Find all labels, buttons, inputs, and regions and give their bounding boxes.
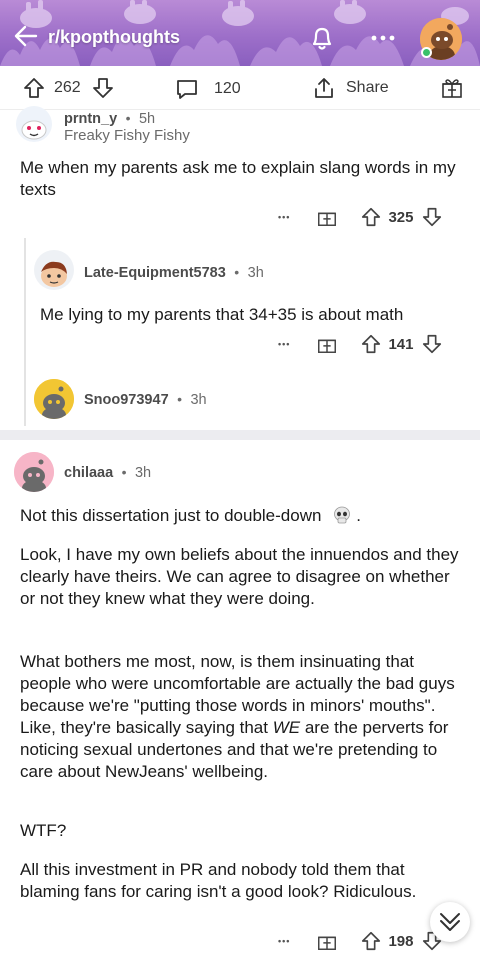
downvote-icon[interactable] <box>421 333 443 355</box>
comment-meta: prntn_y • 5h <box>64 110 155 128</box>
comment-actions: ••• 198 <box>278 930 443 952</box>
comment-icon <box>177 80 197 99</box>
comment-actions: ••• 325 <box>278 206 443 228</box>
comment-time: 3h <box>134 465 152 481</box>
skull-emoji <box>334 506 351 524</box>
online-status-dot <box>421 47 432 58</box>
more-options-icon[interactable]: ••• <box>278 212 290 222</box>
post-action-bar: 262 120 Share <box>0 66 480 110</box>
comment-paragraph: Not this dissertation just to double-dow… <box>20 505 460 527</box>
comment-avatar[interactable] <box>34 379 74 419</box>
comment-time: 3h <box>247 265 264 281</box>
meta-separator: • <box>234 264 240 280</box>
comment-paragraph: WTF? <box>20 821 67 840</box>
meta-separator: • <box>125 110 131 126</box>
comment-count: 120 <box>214 80 241 97</box>
comment-author[interactable]: Late-Equipment5783 <box>84 265 226 281</box>
comment-score: 141 <box>388 335 414 353</box>
thread-divider <box>0 430 480 440</box>
vote-control: 262 <box>22 76 115 100</box>
comment-body: Me lying to my parents that 34+35 is abo… <box>40 305 404 324</box>
upvote-icon[interactable] <box>360 206 382 228</box>
award-gift-icon[interactable] <box>316 930 338 952</box>
award-gift-icon[interactable] <box>316 333 338 355</box>
comment-time: 5h <box>138 111 156 127</box>
sentence-period: . <box>356 506 361 525</box>
jump-down-button[interactable] <box>430 902 470 942</box>
comment-text: Not this dissertation just to double-dow… <box>20 506 322 525</box>
comment-meta: chilaaa • 3h <box>64 464 151 482</box>
comment-paragraph: What bothers me most, now, is them insin… <box>20 651 460 783</box>
comment-author[interactable]: chilaaa <box>64 465 113 481</box>
comment-author[interactable]: prntn_y <box>64 111 117 127</box>
comment-score: 198 <box>388 932 414 950</box>
comment-actions: ••• 141 <box>278 333 443 355</box>
upvote-icon[interactable] <box>360 930 382 952</box>
subreddit-name[interactable]: r/kpopthoughts <box>48 27 180 48</box>
user-flair: Freaky Fishy Fishy <box>64 127 190 144</box>
comment-paragraph: Look, I have my own beliefs about the in… <box>20 545 459 608</box>
share-button[interactable]: Share <box>312 76 389 100</box>
double-chevron-down-icon <box>440 913 460 931</box>
comment-meta: Snoo973947 • 3h <box>84 391 207 409</box>
comment-avatar[interactable] <box>34 250 74 290</box>
comment-body: Me when my parents ask me to explain sla… <box>20 158 456 199</box>
upvote-icon[interactable] <box>22 76 46 100</box>
subreddit-header: r/kpopthoughts <box>0 0 480 66</box>
upvote-icon[interactable] <box>360 333 382 355</box>
meta-separator: • <box>121 464 127 480</box>
more-options-icon[interactable]: ••• <box>278 339 290 349</box>
award-gift-icon[interactable] <box>440 76 464 100</box>
comment-author[interactable]: Snoo973947 <box>84 392 169 408</box>
back-arrow-icon[interactable] <box>10 20 42 52</box>
award-gift-icon[interactable] <box>316 206 338 228</box>
downvote-icon[interactable] <box>91 76 115 100</box>
meta-separator: • <box>177 391 182 407</box>
share-label: Share <box>346 79 389 96</box>
emphasis-text: WE <box>272 718 301 737</box>
bell-icon[interactable] <box>306 22 338 54</box>
share-icon <box>315 78 333 98</box>
more-horizontal-icon[interactable] <box>366 26 400 50</box>
comment-score: 325 <box>388 208 414 226</box>
post-upvote-count: 262 <box>54 79 81 96</box>
more-options-icon[interactable]: ••• <box>278 936 290 946</box>
thread-line <box>24 238 26 426</box>
comment-meta: Late-Equipment5783 • 3h <box>84 264 264 282</box>
downvote-icon[interactable] <box>421 206 443 228</box>
comment-avatar[interactable] <box>14 452 54 492</box>
comment-time: 3h <box>190 392 207 408</box>
comment-avatar[interactable] <box>16 106 52 142</box>
comment-paragraph: All this investment in PR and nobody tol… <box>20 860 417 901</box>
comments-button[interactable]: 120 <box>174 76 241 102</box>
